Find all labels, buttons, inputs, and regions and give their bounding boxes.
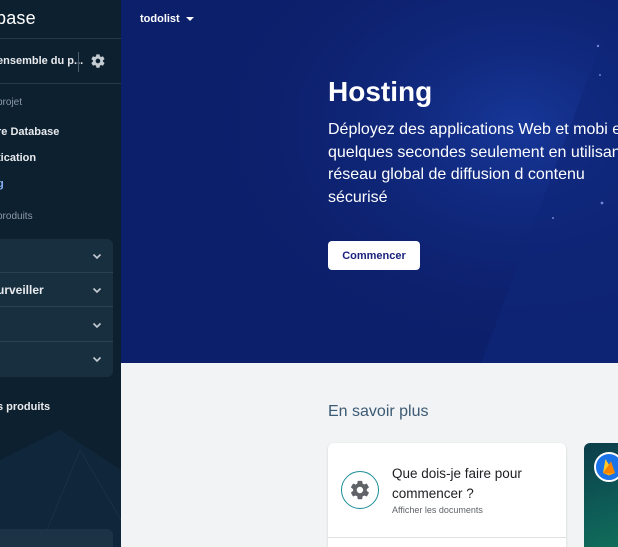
sidebar: base ensemble du p... projet re Database… (0, 0, 121, 547)
sidebar-item-firestore[interactable]: re Database (0, 126, 59, 138)
caret-down-icon (185, 17, 194, 21)
chevron-down-icon (92, 356, 102, 363)
promo-card[interactable] (584, 443, 618, 547)
page-title: Hosting (328, 76, 433, 107)
section-title: En savoir plus (328, 403, 429, 420)
section-label-products: produits (0, 211, 33, 222)
gear-icon (341, 471, 379, 509)
category-release-monitor[interactable]: urveiller (0, 273, 113, 307)
overview-separator (78, 52, 79, 72)
get-started-button[interactable]: Commencer (328, 241, 420, 270)
hero-description: Déployez des applications Web et mobi en… (328, 121, 618, 206)
all-products-link[interactable]: s produits (0, 401, 50, 413)
hero-banner: todolist Hosting Déployez des applicatio… (121, 0, 618, 363)
gear-icon[interactable] (90, 53, 106, 69)
sidebar-item-authentication[interactable]: tication (0, 152, 36, 164)
card-title: Que dois-je faire pour commencer ? (392, 466, 522, 501)
chevron-down-icon (92, 287, 102, 294)
sidebar-item-hosting[interactable]: g (0, 178, 4, 190)
brand-name: base (0, 8, 36, 28)
project-name: todolist (140, 13, 180, 25)
card-divider (328, 537, 566, 538)
project-switcher[interactable]: todolist (140, 13, 194, 25)
sidebar-bottom-button[interactable] (0, 529, 113, 547)
doc-card[interactable]: Que dois-je faire pour commencer ? Affic… (328, 443, 566, 547)
sidebar-divider (0, 83, 121, 84)
category-analytics[interactable] (0, 308, 113, 342)
project-overview-link[interactable]: ensemble du p... (0, 55, 83, 67)
learn-more-section: En savoir plus Que dois-je faire pour co… (121, 363, 618, 547)
category-label: urveiller (0, 283, 44, 297)
category-build[interactable] (0, 239, 113, 273)
section-label-project: projet (0, 97, 23, 108)
category-engage[interactable] (0, 342, 113, 376)
sidebar-divider (0, 38, 121, 39)
chevron-down-icon (92, 253, 102, 260)
product-category-group: urveiller (0, 239, 113, 377)
firebase-icon (594, 452, 618, 482)
chevron-down-icon (92, 322, 102, 329)
view-docs-link[interactable]: Afficher les documents (392, 505, 483, 515)
